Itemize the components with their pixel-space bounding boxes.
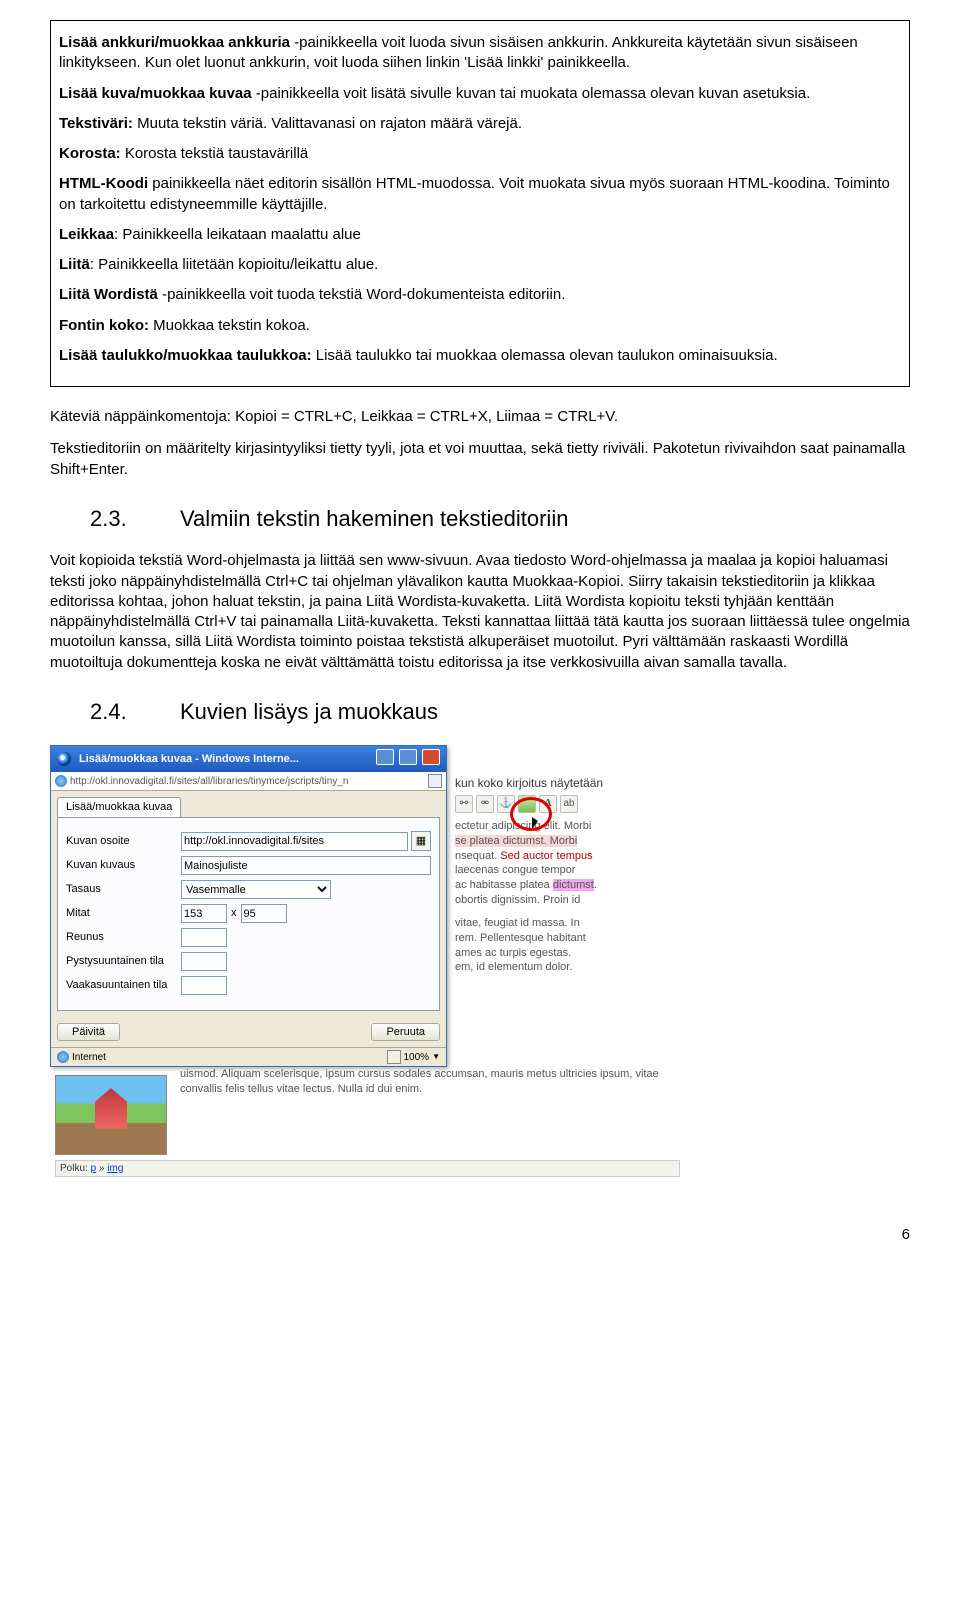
input-vspace[interactable] xyxy=(181,952,227,971)
input-border[interactable] xyxy=(181,928,227,947)
tab-general[interactable]: Lisää/muokkaa kuvaa xyxy=(57,797,181,817)
input-image-url[interactable] xyxy=(181,832,408,851)
unlink-icon[interactable]: ⚮ xyxy=(476,795,494,813)
p-anchor: Lisää ankkuri/muokkaa ankkuria -painikke… xyxy=(59,33,901,74)
zoom-icon[interactable] xyxy=(387,1050,401,1064)
input-image-desc[interactable] xyxy=(181,856,431,875)
highlight-icon[interactable]: ab xyxy=(560,795,578,813)
editor-path-bar: Polku: p » img xyxy=(55,1160,680,1178)
zoom-value: 100% xyxy=(404,1051,430,1065)
editor-sample-text: ectetur adipiscing elit. Morbi se platea… xyxy=(455,819,680,975)
status-bar: Internet 100%▼ xyxy=(51,1047,446,1066)
dialog-panel: Kuvan osoite ▦ Kuvan kuvaus Tasaus Vasem… xyxy=(57,817,440,1011)
label-image-url: Kuvan osoite xyxy=(66,834,181,849)
editor-caption: kun koko kirjoitus näytetään xyxy=(455,775,680,791)
browse-button[interactable]: ▦ xyxy=(411,831,431,851)
section-2-3-heading: 2.3.Valmiin tekstin hakeminen tekstiedit… xyxy=(90,504,910,534)
label-vspace: Pystysuuntainen tila xyxy=(66,954,181,969)
p-image: Lisää kuva/muokkaa kuvaa -painikkeella v… xyxy=(59,84,901,104)
p-table: Lisää taulukko/muokkaa taulukkoa: Lisää … xyxy=(59,346,901,366)
label-align: Tasaus xyxy=(66,882,181,897)
address-dropdown-icon[interactable] xyxy=(428,774,442,788)
p-paste-word: Liitä Wordistä -painikkeella voit tuoda … xyxy=(59,285,901,305)
sample-image-thumbnail xyxy=(55,1075,167,1155)
insert-image-icon[interactable] xyxy=(518,795,536,813)
update-button[interactable]: Päivitä xyxy=(57,1023,120,1041)
section-2-3-body: Voit kopioida tekstiä Word-ohjelmasta ja… xyxy=(50,551,910,673)
maximize-button[interactable] xyxy=(399,749,417,765)
mouse-cursor-icon xyxy=(532,817,544,833)
info-box: Lisää ankkuri/muokkaa ankkuria -painikke… xyxy=(50,20,910,387)
dialog-title: Lisää/muokkaa kuvaa - Windows Interne... xyxy=(79,752,299,767)
editor-toolbar: ⚯ ⚮ ⚓ A ab xyxy=(455,795,680,813)
select-align[interactable]: Vasemmalle xyxy=(181,880,331,899)
close-button[interactable] xyxy=(422,749,440,765)
label-hspace: Vaakasuuntainen tila xyxy=(66,978,181,993)
dim-separator: x xyxy=(231,906,237,921)
section-2-4-heading: 2.4.Kuvien lisäys ja muokkaus xyxy=(90,697,910,727)
editor-preview-pane: kun koko kirjoitus näytetään ⚯ ⚮ ⚓ A ab … xyxy=(455,775,680,976)
label-border: Reunus xyxy=(66,930,181,945)
label-image-desc: Kuvan kuvaus xyxy=(66,858,181,873)
image-dialog-window: Lisää/muokkaa kuvaa - Windows Interne...… xyxy=(50,745,447,1068)
ie-icon xyxy=(57,752,71,766)
page-number: 6 xyxy=(50,1225,910,1245)
screenshot-composite: Lisää/muokkaa kuvaa - Windows Interne...… xyxy=(50,745,690,1185)
font-color-icon[interactable]: A xyxy=(539,795,557,813)
internet-icon xyxy=(57,1051,69,1063)
anchor-icon[interactable]: ⚓ xyxy=(497,795,515,813)
p-cut: Leikkaa: Painikkeella leikataan maalattu… xyxy=(59,225,901,245)
p-textcolor: Tekstiväri: Muuta tekstin väriä. Valitta… xyxy=(59,114,901,134)
p-font-size: Fontin koko: Muokkaa tekstin kokoa. xyxy=(59,316,901,336)
input-hspace[interactable] xyxy=(181,976,227,995)
address-bar[interactable]: http://okl.innovadigital.fi/sites/all/li… xyxy=(51,772,446,791)
p-htmlcode: HTML-Koodi painikkeella näet editorin si… xyxy=(59,174,901,215)
shortcut-tips: Käteviä näppäinkomentoja: Kopioi = CTRL+… xyxy=(50,407,910,427)
address-url: http://okl.innovadigital.fi/sites/all/li… xyxy=(70,775,425,789)
dialog-titlebar[interactable]: Lisää/muokkaa kuvaa - Windows Interne... xyxy=(51,746,446,773)
input-width[interactable] xyxy=(181,904,227,923)
p-highlight: Korosta: Korosta tekstiä taustavärillä xyxy=(59,144,901,164)
input-height[interactable] xyxy=(241,904,287,923)
label-dim: Mitat xyxy=(66,906,181,921)
minimize-button[interactable] xyxy=(376,749,394,765)
editor-style-note: Tekstieditoriin on määritelty kirjasinty… xyxy=(50,439,910,480)
p-paste: Liitä: Painikkeella liitetään kopioitu/l… xyxy=(59,255,901,275)
cancel-button[interactable]: Peruuta xyxy=(371,1023,440,1041)
link-icon[interactable]: ⚯ xyxy=(455,795,473,813)
globe-icon xyxy=(55,775,67,787)
